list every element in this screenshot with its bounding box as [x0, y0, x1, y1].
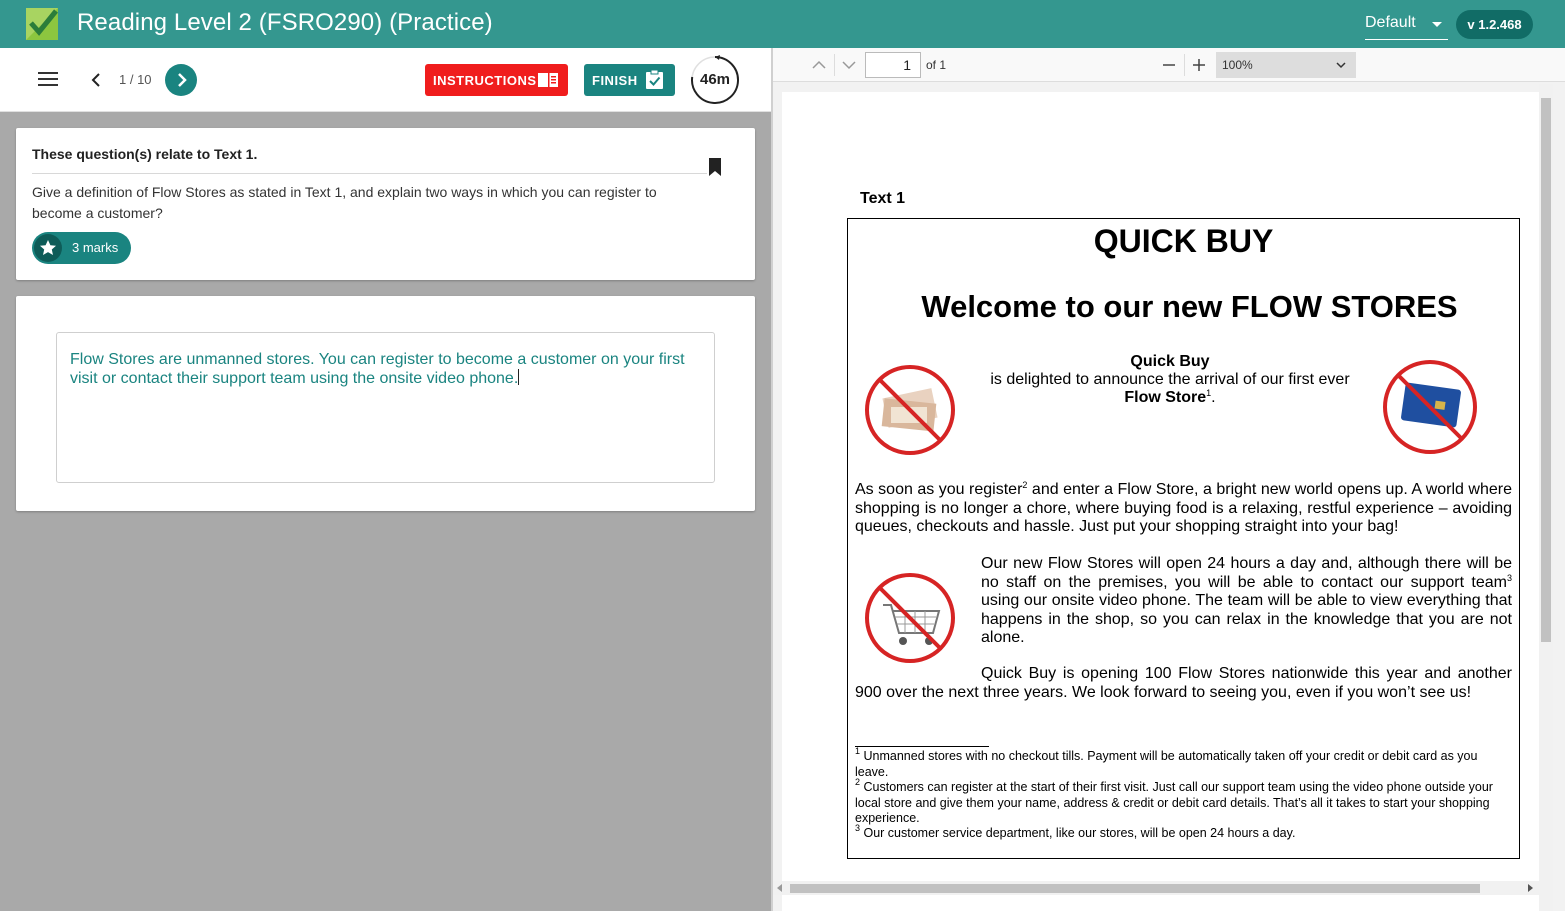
- zoom-value: 100%: [1222, 58, 1253, 72]
- pdf-page-input[interactable]: 1: [865, 52, 921, 78]
- timer: 46m: [690, 54, 742, 106]
- footnote-2: 2 Customers can register at the start of…: [855, 777, 1493, 826]
- page-counter: 1 / 10: [119, 72, 152, 87]
- footnote-3: 3 Our customer service department, like …: [855, 823, 1296, 841]
- previous-page-icon[interactable]: [811, 57, 827, 73]
- zoom-in-icon[interactable]: [1191, 57, 1207, 73]
- toolbar-divider: [834, 54, 835, 76]
- document-paragraph-2: Our new Flow Stores will open 24 hours a…: [981, 555, 1512, 648]
- marks-chip: 3 marks: [32, 232, 131, 264]
- answer-text: Flow Stores are unmanned stores. You can…: [70, 351, 685, 387]
- document-frame: QUICK BUY Welcome to our new FLOW STORES…: [847, 218, 1520, 859]
- pdf-vertical-scrollbar[interactable]: [1539, 84, 1553, 911]
- intro-flow-store: Flow Store: [1124, 389, 1207, 406]
- next-page-icon[interactable]: [841, 57, 857, 73]
- pdf-page-of: of 1: [926, 58, 947, 72]
- timer-text: 46m: [699, 71, 731, 88]
- marks-label: 3 marks: [72, 240, 119, 255]
- page-current: 1: [119, 72, 127, 87]
- next-question-button[interactable]: [165, 64, 197, 96]
- document-paragraph-1: As soon as you register2 and enter a Flo…: [855, 481, 1512, 537]
- chevron-right-icon: [178, 73, 187, 87]
- paragraph-2-text-cont: using our onsite video phone. The team w…: [981, 592, 1512, 646]
- pdf-toolbar: 1 of 1 100%: [773, 48, 1565, 82]
- zoom-out-icon[interactable]: [1161, 57, 1177, 73]
- scrollbar-thumb[interactable]: [1541, 98, 1551, 642]
- no-card-icon: [1383, 360, 1477, 454]
- answer-textarea[interactable]: Flow Stores are unmanned stores. You can…: [56, 332, 715, 483]
- caret-down-icon: [1432, 22, 1442, 27]
- footnote-2-text: Customers can register at the start of t…: [855, 780, 1493, 825]
- clipboard-check-icon: [646, 70, 663, 89]
- instructions-label: INSTRUCTIONS: [433, 73, 537, 88]
- profile-select[interactable]: Default: [1365, 12, 1448, 40]
- intro-announcement: is delighted to announce the arrival of …: [990, 371, 1350, 388]
- no-cash-icon: [865, 365, 955, 455]
- footnote-ref: 3: [1506, 572, 1512, 583]
- question-card: These question(s) relate to Text 1. Give…: [16, 128, 755, 280]
- scroll-left-icon[interactable]: [777, 884, 782, 892]
- text-cursor: [518, 369, 520, 385]
- question-divider: [32, 173, 707, 174]
- document-intro: Quick Buy is delighted to announce the a…: [990, 353, 1350, 406]
- instructions-button[interactable]: INSTRUCTIONS: [425, 64, 568, 96]
- answer-card: Flow Stores are unmanned stores. You can…: [16, 296, 755, 511]
- pdf-page: Text 1 QUICK BUY Welcome to our new FLOW…: [782, 92, 1539, 911]
- footnote-rule: [855, 746, 989, 747]
- paragraph-2-text: Our new Flow Stores will open 24 hours a…: [981, 555, 1512, 591]
- footnote-1: 1 Unmanned stores with no checkout tills…: [855, 746, 1478, 779]
- question-toolbar: 1 / 10 INSTRUCTIONS FINISH 46m: [0, 48, 771, 112]
- document-paragraph-3: Quick Buy is opening 100 Flow Stores nat…: [855, 665, 1512, 702]
- app-header: Reading Level 2 (FSRO290) (Practice) Def…: [0, 0, 1565, 48]
- scroll-right-icon[interactable]: [1528, 884, 1533, 892]
- pdf-viewer: 1 of 1 100% Text 1 QUICK BUY Welcome to …: [773, 48, 1565, 911]
- paragraph-3-text: Quick Buy is opening 100 Flow Stores nat…: [855, 665, 1512, 701]
- footnote-1-text: Unmanned stores with no checkout tills. …: [855, 749, 1478, 779]
- finish-button[interactable]: FINISH: [584, 64, 675, 96]
- logo-check-icon: [26, 8, 58, 40]
- bookmark-icon[interactable]: [708, 158, 722, 176]
- question-text: Give a definition of Flow Stores as stat…: [32, 184, 657, 221]
- pdf-horizontal-scrollbar[interactable]: [773, 881, 1539, 895]
- profile-select-label: Default: [1365, 14, 1416, 31]
- book-icon: [538, 73, 558, 87]
- star-icon: [34, 234, 62, 262]
- finish-label: FINISH: [592, 73, 638, 88]
- intro-company: Quick Buy: [1130, 353, 1210, 370]
- toolbar-divider: [1184, 54, 1185, 76]
- question-header: These question(s) relate to Text 1.: [32, 146, 258, 162]
- chevron-left-icon[interactable]: [86, 70, 106, 90]
- menu-icon[interactable]: [38, 72, 58, 88]
- document-welcome-heading: Welcome to our new FLOW STORES: [921, 289, 1458, 324]
- footnote-3-text: Our customer service department, like ou…: [863, 826, 1296, 840]
- chevron-down-icon: [1336, 62, 1346, 69]
- document-title: QUICK BUY: [1093, 223, 1274, 259]
- zoom-select[interactable]: 100%: [1216, 52, 1356, 78]
- paragraph-1-text: As soon as you register: [855, 481, 1023, 498]
- scrollbar-thumb[interactable]: [790, 884, 1480, 893]
- version-badge: v 1.2.468: [1456, 10, 1533, 39]
- footnote-ref: 1: [1206, 388, 1212, 398]
- document-label: Text 1: [860, 190, 906, 207]
- no-cart-icon: [865, 573, 955, 663]
- page-total: 10: [137, 72, 152, 87]
- app-title: Reading Level 2 (FSRO290) (Practice): [77, 9, 493, 36]
